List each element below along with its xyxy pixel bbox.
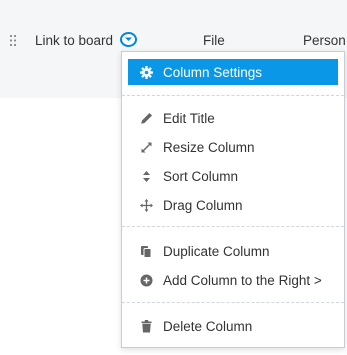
- duplicate-icon: [139, 244, 153, 258]
- menu-divider: [122, 302, 344, 303]
- menu-item-label: Drag Column: [163, 197, 243, 213]
- menu-item-resize-column[interactable]: Resize Column: [128, 134, 338, 160]
- plus-circle-icon: [139, 273, 153, 287]
- menu-item-add-column-right[interactable]: Add Column to the Right >: [128, 267, 338, 293]
- trash-icon: [139, 319, 153, 333]
- menu-item-label: Duplicate Column: [163, 243, 270, 259]
- column-title-file[interactable]: File: [203, 33, 225, 48]
- menu-item-label: Sort Column: [163, 168, 239, 184]
- menu-item-sort-column[interactable]: Sort Column: [128, 163, 338, 189]
- sort-icon: [139, 169, 153, 183]
- menu-item-column-settings[interactable]: Column Settings: [128, 59, 338, 85]
- menu-item-label: Edit Title: [163, 110, 215, 126]
- menu-item-drag-column[interactable]: Drag Column: [128, 192, 338, 218]
- menu-divider: [122, 226, 344, 227]
- column-menu-button[interactable]: [120, 32, 137, 47]
- menu-item-duplicate-column[interactable]: Duplicate Column: [128, 238, 338, 264]
- menu-item-delete-column[interactable]: Delete Column: [128, 313, 338, 339]
- column-context-menu: Column Settings Edit Title Resize Column: [121, 51, 345, 348]
- menu-divider: [122, 95, 344, 96]
- menu-item-label: Delete Column: [163, 318, 253, 334]
- column-title-person[interactable]: Person: [303, 33, 346, 48]
- resize-arrows-icon: [139, 140, 153, 154]
- chevron-down-icon: [125, 37, 132, 41]
- menu-item-label: Add Column to the Right >: [163, 272, 322, 288]
- menu-item-edit-title[interactable]: Edit Title: [128, 105, 338, 131]
- column-title-link-to-board[interactable]: Link to board: [35, 33, 113, 48]
- menu-item-label: Column Settings: [163, 64, 263, 80]
- move-icon: [139, 198, 153, 212]
- pencil-icon: [139, 111, 153, 125]
- gear-icon: [139, 65, 153, 79]
- menu-item-label: Resize Column: [163, 139, 255, 155]
- drag-handle-icon[interactable]: [9, 34, 17, 47]
